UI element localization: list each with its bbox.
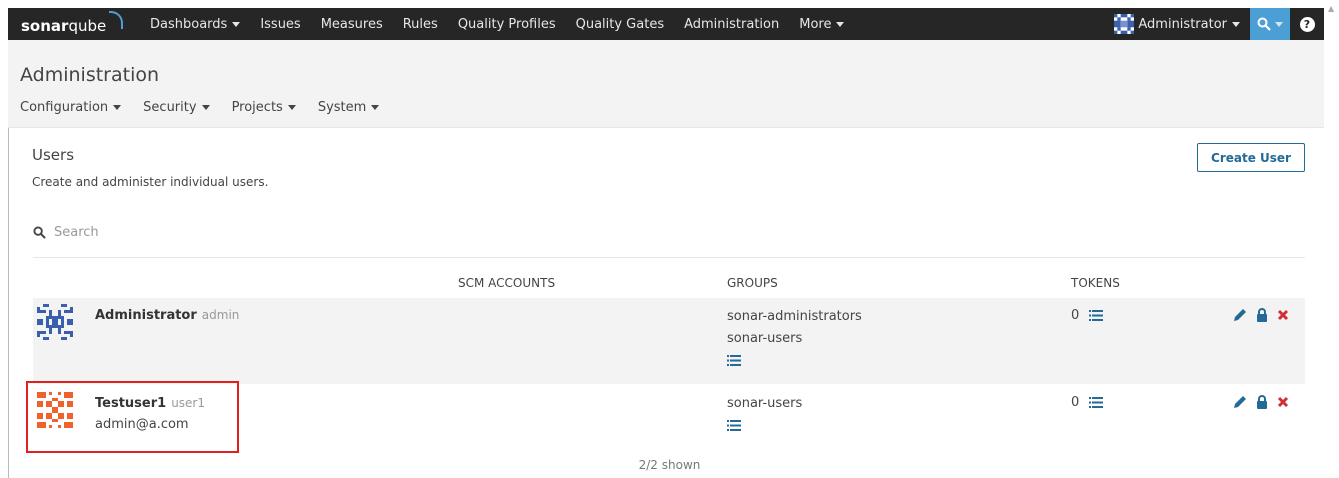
caret-down-icon xyxy=(113,105,122,110)
nav-measures[interactable]: Measures xyxy=(311,17,393,32)
lock-icon xyxy=(1257,308,1267,322)
nav-dashboards[interactable]: Dashboards xyxy=(140,17,250,32)
users-title: Users xyxy=(32,146,75,164)
group-item: sonar-administrators xyxy=(727,309,862,324)
edit-icon xyxy=(1234,309,1246,321)
nav-issues[interactable]: Issues xyxy=(250,17,310,32)
nav-administration[interactable]: Administration xyxy=(674,17,789,32)
help-icon: ? xyxy=(1299,16,1315,32)
col-groups: GROUPS xyxy=(727,276,778,290)
global-search-button[interactable] xyxy=(1250,8,1290,40)
group-item: sonar-users xyxy=(727,331,803,346)
user-search xyxy=(33,221,633,243)
avatar xyxy=(37,304,73,340)
caret-down-icon xyxy=(201,105,210,110)
main-nav: Dashboards Issues Measures Rules Quality… xyxy=(140,8,854,40)
deactivate-button[interactable] xyxy=(1277,396,1289,408)
user-avatar-icon xyxy=(1114,14,1135,34)
edit-icon xyxy=(1234,396,1246,408)
user-tokens: 0 xyxy=(1071,395,1104,410)
tab-system[interactable]: System xyxy=(318,100,380,115)
create-user-button[interactable]: Create User xyxy=(1197,143,1305,172)
highlight-box xyxy=(26,381,239,453)
list-icon[interactable] xyxy=(1089,397,1104,408)
tab-configuration[interactable]: Configuration xyxy=(20,100,122,115)
search-icon xyxy=(33,225,46,239)
admin-header: Administration Configuration Security Pr… xyxy=(8,40,1324,128)
nav-more[interactable]: More xyxy=(789,17,854,32)
caret-down-icon xyxy=(371,105,380,110)
tab-security[interactable]: Security xyxy=(143,100,210,115)
user-groups: sonar-users xyxy=(727,393,802,437)
admin-tabs: Configuration Security Projects System xyxy=(20,100,401,115)
user-login: admin xyxy=(201,308,240,322)
list-icon[interactable] xyxy=(1089,310,1104,321)
col-tokens: TOKENS xyxy=(1071,276,1120,290)
deactivate-button[interactable] xyxy=(1277,309,1289,321)
users-description: Create and administer individual users. xyxy=(32,175,269,189)
results-count: 2/2 shown xyxy=(638,458,701,472)
caret-down-icon xyxy=(836,21,845,27)
nav-right: Administrator ? xyxy=(1114,8,1324,40)
content-left-border xyxy=(8,128,9,478)
row-actions xyxy=(1233,395,1289,409)
user-name: Administrator admin xyxy=(95,308,240,323)
user-tokens: 0 xyxy=(1071,308,1104,323)
logo-wave-icon xyxy=(109,11,124,29)
delete-icon xyxy=(1277,309,1289,321)
change-password-button[interactable] xyxy=(1256,395,1268,409)
list-icon[interactable] xyxy=(727,355,741,366)
divider xyxy=(33,257,1305,258)
search-icon xyxy=(1257,17,1271,31)
sonarqube-logo[interactable]: sonar qube xyxy=(8,11,140,35)
list-icon[interactable] xyxy=(727,420,741,431)
scrollbar-up-arrow[interactable]: ▲ xyxy=(1328,4,1334,13)
col-scm-accounts: SCM ACCOUNTS xyxy=(458,276,556,290)
help-button[interactable]: ? xyxy=(1290,8,1324,40)
nav-rules[interactable]: Rules xyxy=(393,17,448,32)
tab-projects[interactable]: Projects xyxy=(232,100,296,115)
lock-icon xyxy=(1257,395,1267,409)
user-menu[interactable]: Administrator xyxy=(1114,14,1250,34)
edit-button[interactable] xyxy=(1233,308,1247,322)
nav-quality-gates[interactable]: Quality Gates xyxy=(566,17,675,32)
caret-down-icon xyxy=(287,105,296,110)
change-password-button[interactable] xyxy=(1256,308,1268,322)
top-navbar: sonar qube Dashboards Issues Measures Rul… xyxy=(8,8,1324,40)
user-groups: sonar-administrators sonar-users xyxy=(727,306,862,372)
search-input[interactable] xyxy=(54,224,554,240)
group-item: sonar-users xyxy=(727,396,803,411)
delete-icon xyxy=(1277,396,1289,408)
edit-button[interactable] xyxy=(1233,395,1247,409)
page-title: Administration xyxy=(20,64,160,86)
nav-quality-profiles[interactable]: Quality Profiles xyxy=(448,17,566,32)
caret-down-icon xyxy=(1232,21,1240,27)
caret-down-icon xyxy=(1275,21,1283,27)
table-row: Administrator admin sonar-administrators … xyxy=(33,298,1305,384)
caret-down-icon xyxy=(232,21,241,27)
row-actions xyxy=(1233,308,1289,322)
